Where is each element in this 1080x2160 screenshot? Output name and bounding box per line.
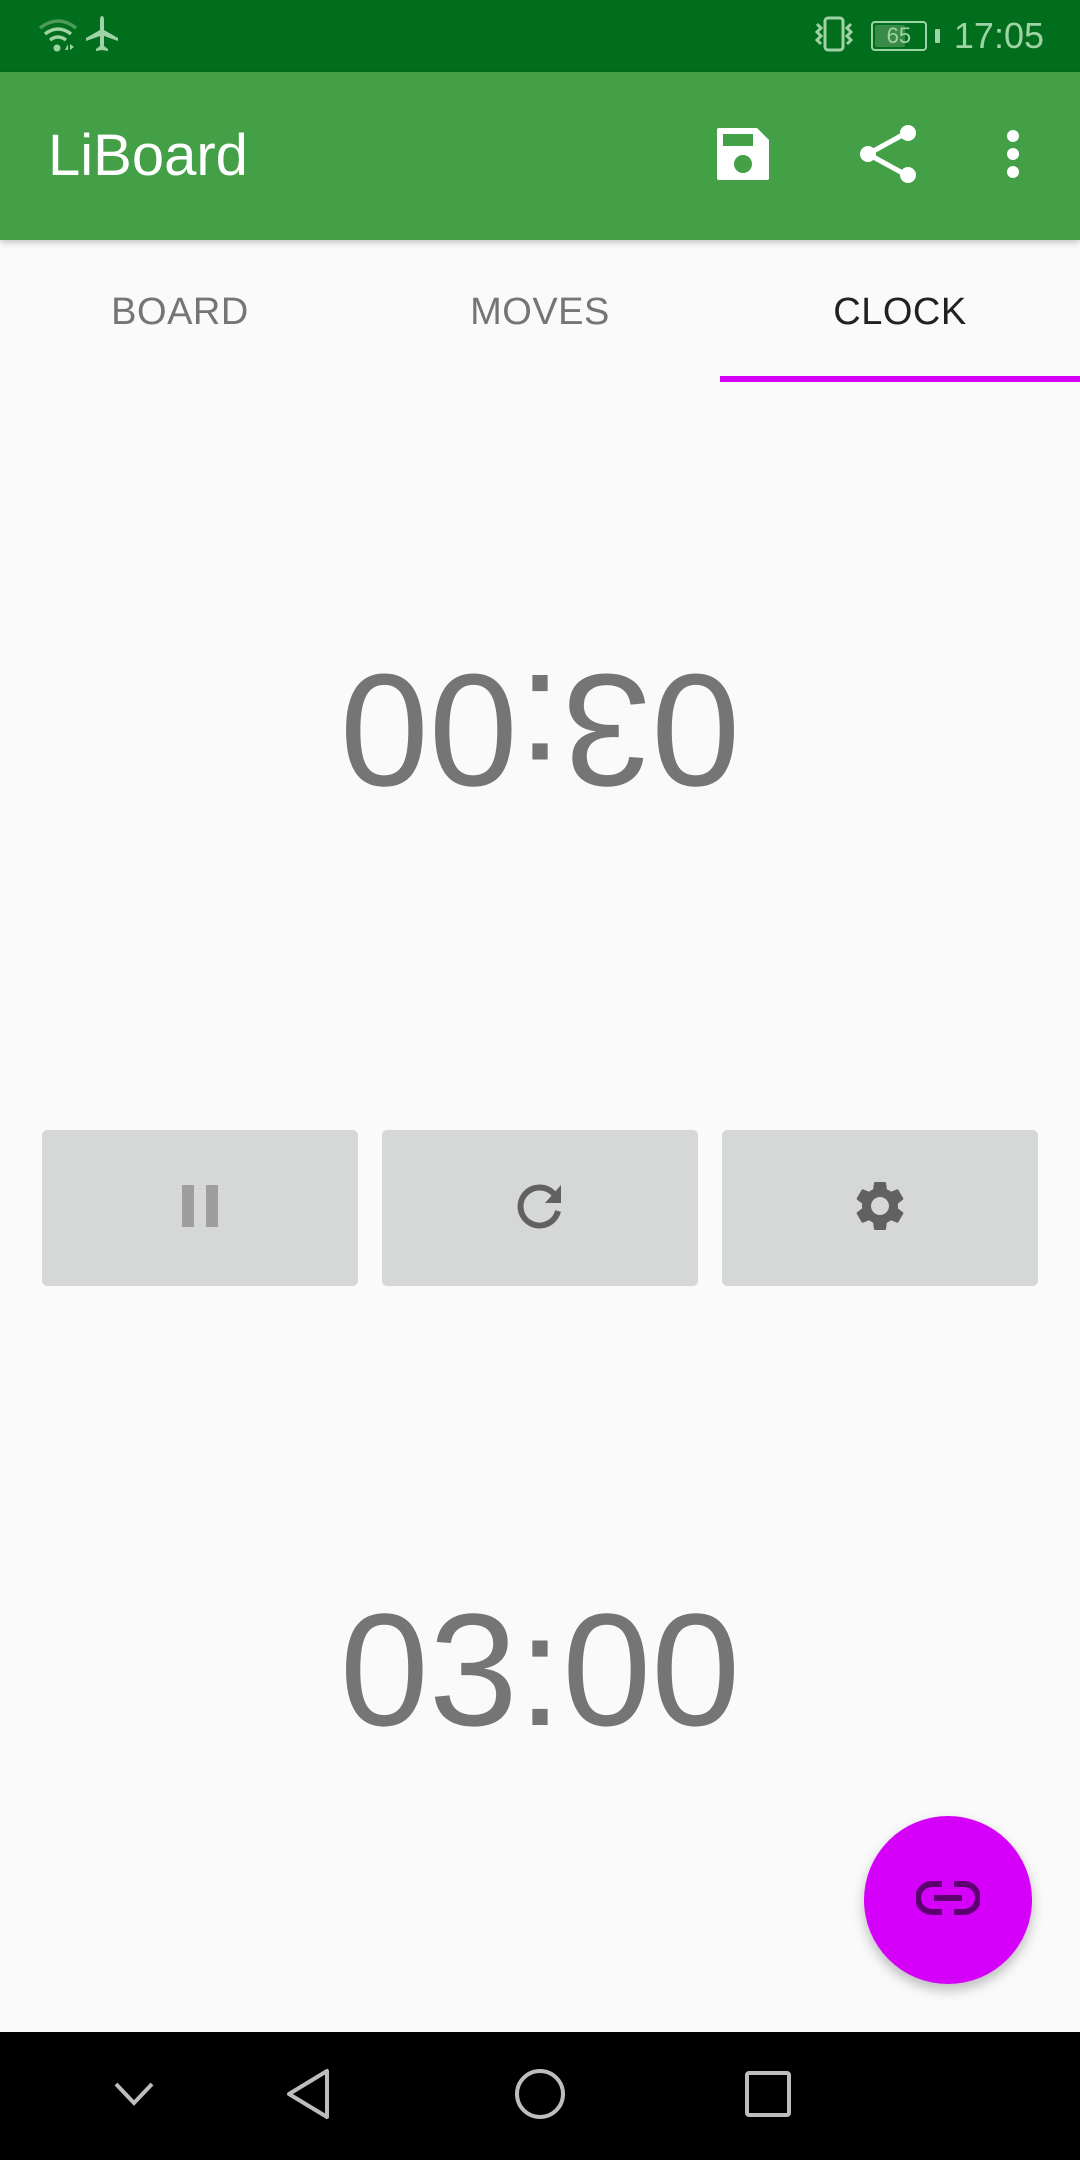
connect-fab[interactable]: [864, 1816, 1032, 1984]
system-nav-bar: [0, 2032, 1080, 2160]
vibrate-icon: [811, 14, 857, 59]
link-icon: [915, 1880, 981, 1921]
clock-settings-button[interactable]: [722, 1130, 1038, 1286]
recents-icon: [744, 2070, 792, 2123]
back-button[interactable]: [268, 2056, 348, 2136]
save-icon: [715, 126, 771, 187]
hide-nav-button[interactable]: [94, 2056, 174, 2136]
recents-button[interactable]: [728, 2056, 808, 2136]
battery-percent: 65: [886, 23, 912, 48]
reset-button[interactable]: [382, 1130, 698, 1286]
tab-bar: BOARD MOVES CLOCK: [0, 240, 1080, 384]
save-button[interactable]: [703, 116, 783, 196]
status-bar: 65 17:05: [0, 0, 1080, 72]
back-icon: [285, 2068, 331, 2125]
gear-icon: [850, 1176, 910, 1241]
tab-moves[interactable]: MOVES: [360, 240, 720, 384]
battery-icon: 65: [870, 21, 927, 51]
tab-clock[interactable]: CLOCK: [720, 240, 1080, 384]
chevron-down-icon: [114, 2082, 154, 2111]
bottom-player-clock[interactable]: 03:00: [0, 1580, 1080, 1760]
share-icon: [858, 124, 918, 189]
pause-button[interactable]: [42, 1130, 358, 1286]
tab-board[interactable]: BOARD: [0, 240, 360, 384]
pause-icon: [180, 1183, 220, 1234]
refresh-icon: [513, 1179, 567, 1238]
home-button[interactable]: [500, 2056, 580, 2136]
status-right-icons: 65 17:05: [811, 0, 1044, 72]
airplane-mode-icon: [84, 14, 120, 59]
battery-tip: [934, 29, 940, 43]
more-vert-icon: [1003, 126, 1023, 187]
status-time: 17:05: [953, 15, 1044, 56]
status-left-icons: [38, 14, 120, 59]
app-bar: LiBoard: [0, 72, 1080, 240]
share-button[interactable]: [848, 116, 928, 196]
tab-indicator: [720, 376, 1080, 382]
wifi-icon: [38, 14, 78, 59]
clock-controls: [42, 1130, 1038, 1286]
home-icon: [514, 2068, 566, 2125]
app-title: LiBoard: [48, 123, 248, 188]
more-options-button[interactable]: [973, 116, 1053, 196]
top-player-clock[interactable]: 03:00: [0, 640, 1080, 820]
battery-indicator: 65: [870, 21, 940, 51]
